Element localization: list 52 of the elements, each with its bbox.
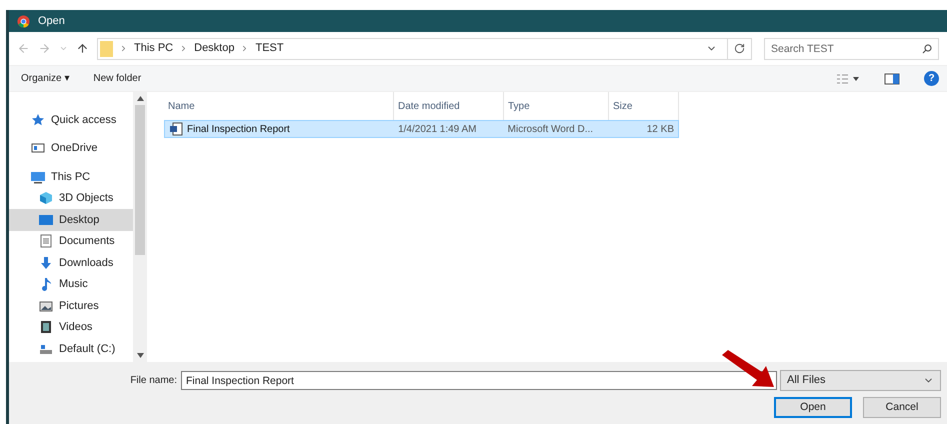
music-note-icon	[39, 277, 53, 292]
field-label: File name:	[129, 374, 178, 388]
sidebar-item[interactable]: Documents	[9, 230, 133, 252]
breadcrumb[interactable]: Desktop	[194, 40, 234, 57]
breadcrumb[interactable]: TEST	[255, 40, 284, 57]
star-icon	[31, 112, 45, 127]
help-button[interactable]: ?	[924, 71, 939, 86]
sidebar-item[interactable]: OneDrive	[9, 138, 133, 159]
sidebar-item[interactable]: Music	[9, 274, 133, 295]
sidebar-item[interactable]: Quick access	[9, 109, 133, 130]
pointing-arrow-icon	[720, 349, 776, 389]
view-options-icon[interactable]	[836, 72, 860, 84]
monitor-icon	[31, 170, 45, 184]
scroll-up-icon[interactable]	[136, 96, 144, 101]
sidebar-item[interactable]: Downloads	[9, 252, 133, 274]
sidebar-item[interactable]: Pictures	[9, 295, 133, 316]
cube-icon	[39, 191, 53, 206]
sidebar-item[interactable]: 3D Objects	[9, 188, 133, 209]
window-icon	[31, 141, 45, 156]
sidebar-item[interactable]: Desktop	[9, 209, 133, 230]
breadcrumb[interactable]: This PC	[134, 40, 174, 57]
address-bar[interactable]: This PC Desktop TEST	[97, 38, 752, 60]
sidebar-scrollbar[interactable]	[133, 92, 147, 362]
table-cell-text: 12 KB	[646, 122, 674, 136]
file-name-field[interactable]: Final Inspection Report	[181, 371, 777, 390]
table-cell-text: Microsoft Word D...	[508, 122, 594, 136]
word-document-icon	[169, 122, 183, 136]
cancel-button[interactable]: Cancel	[863, 397, 941, 418]
open-button[interactable]: Open	[774, 397, 852, 418]
browser-logo-icon	[17, 14, 30, 28]
table-cell-text: 1/4/2021 1:49 AM	[398, 122, 476, 136]
chevron-icon	[119, 44, 128, 53]
window-title: Open	[38, 14, 65, 29]
download-arrow-icon	[39, 256, 53, 270]
film-icon	[39, 320, 53, 334]
sidebar-item[interactable]: Default (C:)	[9, 338, 133, 360]
document-icon	[39, 234, 53, 248]
preview-pane-icon[interactable]	[884, 72, 900, 84]
new-folder-button[interactable]: New folder	[93, 71, 142, 86]
table-cell-text: Final Inspection Report	[187, 122, 290, 136]
picture-icon	[39, 298, 53, 313]
monitor-icon	[39, 212, 53, 227]
refresh-icon[interactable]	[734, 43, 745, 54]
sidebar-item[interactable]: Videos	[9, 316, 133, 338]
file-row[interactable]: Final Inspection Report 1/4/2021 1:49 AM Microsoft Word D... 12 KB	[164, 120, 679, 138]
scrollbar-thumb[interactable]	[135, 105, 145, 255]
sidebar-item[interactable]: This PC	[9, 166, 133, 188]
organize-menu[interactable]: Organize ▾	[21, 71, 70, 86]
folder-icon	[100, 40, 113, 58]
scroll-down-icon[interactable]	[136, 353, 144, 358]
file-type-dropdown[interactable]: All Files	[780, 370, 941, 391]
up-arrow-icon[interactable]	[76, 42, 89, 55]
